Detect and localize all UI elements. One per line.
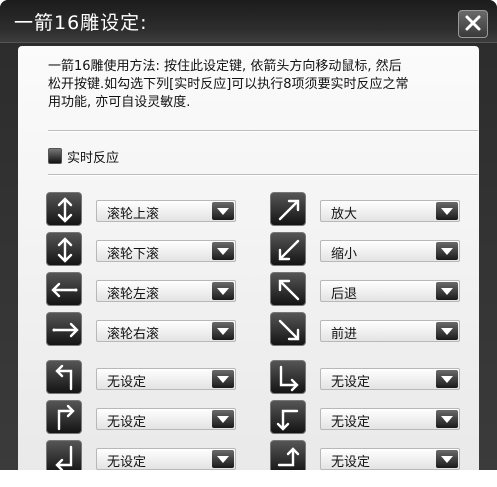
mapping-select[interactable]: 无设定: [96, 408, 236, 430]
title-bar: 一箭16雕设定:: [0, 0, 497, 43]
arrow-diagonal-up-right-icon[interactable]: [270, 192, 306, 226]
usage-description: 一箭16雕使用方法: 按住此设定键, 依箭头方向移动鼠标, 然后 松开按键.如勾…: [48, 58, 468, 112]
arrow-diagonal-down-right-icon[interactable]: [270, 312, 306, 346]
arrow-left-down-hook-icon[interactable]: [270, 400, 306, 434]
arrow-diagonal-down-left-icon[interactable]: [270, 232, 306, 266]
mapping-select-value: 无设定: [107, 375, 147, 390]
mapping-select-value: 放大: [331, 207, 358, 222]
divider: [48, 130, 478, 132]
arrow-up-right-hook-icon[interactable]: [46, 400, 82, 434]
settings-panel: 一箭16雕使用方法: 按住此设定键, 依箭头方向移动鼠标, 然后 松开按键.如勾…: [18, 46, 479, 470]
arrow-down-up-icon[interactable]: [46, 232, 82, 266]
mapping-select-value: 无设定: [331, 415, 371, 430]
chevron-down-icon[interactable]: [212, 282, 234, 300]
mapping-select[interactable]: 无设定: [320, 448, 460, 470]
mapping-select-value: 无设定: [331, 455, 371, 470]
mapping-select-value: 无设定: [107, 415, 147, 430]
arrow-right-left-icon[interactable]: [46, 272, 82, 306]
mapping-select[interactable]: 前进: [320, 320, 460, 342]
chevron-down-icon[interactable]: [212, 450, 234, 468]
chevron-down-icon[interactable]: [436, 322, 458, 340]
divider: [48, 174, 478, 176]
chevron-down-icon[interactable]: [212, 410, 234, 428]
realtime-checkbox-label: 实时反应: [67, 151, 120, 166]
arrow-down-left-hook-icon[interactable]: [46, 440, 82, 470]
chevron-down-icon[interactable]: [212, 242, 234, 260]
arrow-diagonal-up-left-icon[interactable]: [270, 272, 306, 306]
settings-window: 一箭16雕设定: 一箭16雕使用方法: 按住此设定键, 依箭头方向移动鼠标, 然…: [0, 0, 497, 470]
arrow-right-down-hook-icon[interactable]: [270, 360, 306, 394]
arrow-up-hook-icon[interactable]: [270, 440, 306, 470]
chevron-down-icon[interactable]: [436, 282, 458, 300]
mapping-select[interactable]: 无设定: [320, 368, 460, 390]
arrow-up-left-hook-icon[interactable]: [46, 360, 82, 394]
mapping-select[interactable]: 无设定: [96, 448, 236, 470]
chevron-down-icon[interactable]: [212, 370, 234, 388]
close-button[interactable]: [458, 10, 488, 38]
realtime-checkbox[interactable]: [48, 148, 62, 164]
mapping-select-value: 滚轮下滚: [107, 247, 160, 262]
description-line-3: 用功能, 亦可自设灵敏度.: [48, 95, 191, 110]
mapping-select[interactable]: 滚轮下滚: [96, 240, 236, 262]
mapping-select[interactable]: 无设定: [320, 408, 460, 430]
chevron-down-icon[interactable]: [212, 322, 234, 340]
chevron-down-icon[interactable]: [436, 410, 458, 428]
description-line-2: 松开按键.如勾选下列[实时反应]可以执行8项须要实时反应之常: [48, 77, 409, 92]
close-icon: [465, 15, 481, 31]
mapping-select-value: 缩小: [331, 247, 358, 262]
mapping-select[interactable]: 缩小: [320, 240, 460, 262]
mapping-select[interactable]: 滚轮右滚: [96, 320, 236, 342]
description-line-1: 一箭16雕使用方法: 按住此设定键, 依箭头方向移动鼠标, 然后: [48, 59, 402, 74]
mapping-select-value: 前进: [331, 327, 358, 342]
chevron-down-icon[interactable]: [212, 202, 234, 220]
chevron-down-icon[interactable]: [436, 370, 458, 388]
chevron-down-icon[interactable]: [436, 242, 458, 260]
mapping-select-value: 后退: [331, 287, 358, 302]
mapping-select[interactable]: 无设定: [96, 368, 236, 390]
mapping-select[interactable]: 滚轮上滚: [96, 200, 236, 222]
chevron-down-icon[interactable]: [436, 450, 458, 468]
mapping-select[interactable]: 后退: [320, 280, 460, 302]
arrow-up-down-icon[interactable]: [46, 192, 82, 226]
mapping-select-value: 无设定: [331, 375, 371, 390]
page-background: [0, 470, 497, 487]
mapping-select-value: 滚轮右滚: [107, 327, 160, 342]
chevron-down-icon[interactable]: [436, 202, 458, 220]
window-title: 一箭16雕设定:: [14, 12, 148, 34]
mapping-select[interactable]: 放大: [320, 200, 460, 222]
mapping-select-value: 无设定: [107, 455, 147, 470]
mapping-select-value: 滚轮左滚: [107, 287, 160, 302]
mapping-select[interactable]: 滚轮左滚: [96, 280, 236, 302]
mapping-select-value: 滚轮上滚: [107, 207, 160, 222]
arrow-left-right-icon[interactable]: [46, 312, 82, 346]
